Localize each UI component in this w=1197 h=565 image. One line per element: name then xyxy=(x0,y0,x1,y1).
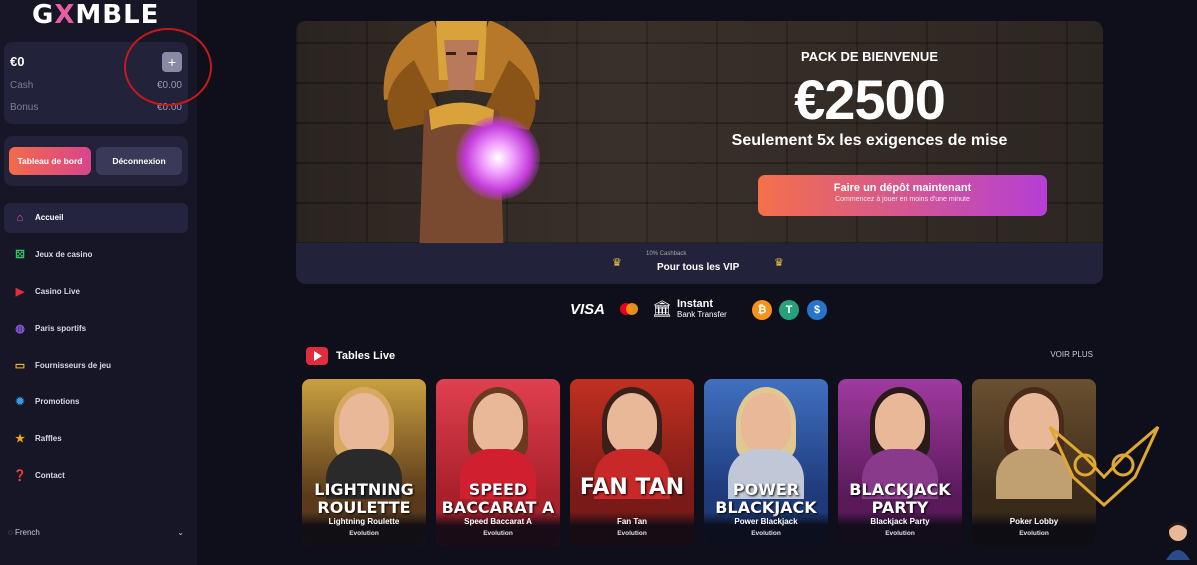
sidebar-nav: ⌂ Accueil ⚄ Jeux de casino ▶ Casino Live… xyxy=(4,203,188,498)
sidebar-item-home[interactable]: ⌂ Accueil xyxy=(4,203,188,233)
sidebar: GXMBLE €0 + Cash €0.00 Bonus €0.00 Table… xyxy=(0,0,212,565)
live-tables-header: Tables Live VOIR PLUS xyxy=(306,347,1093,367)
annotation-circle xyxy=(124,28,212,106)
live-table-card[interactable]: BLACKJACK PARTY Blackjack Party Evolution xyxy=(838,379,962,546)
language-label: French xyxy=(14,528,40,537)
sidebar-item-sports[interactable]: ◍ Paris sportifs xyxy=(4,314,188,344)
sidebar-item-label: Raffles xyxy=(35,434,62,444)
table-provider: Evolution xyxy=(1019,530,1049,537)
brand-logo[interactable]: GXMBLE xyxy=(32,0,159,30)
bonus-amount: €2500 xyxy=(794,68,946,131)
account-actions: Tableau de bord Déconnexion xyxy=(4,136,188,186)
sidebar-item-label: Jeux de casino xyxy=(35,249,93,259)
table-name: Fan Tan xyxy=(616,517,648,526)
sidebar-item-raffles[interactable]: ★ Raffles xyxy=(4,424,188,454)
table-name: Lightning Roulette xyxy=(328,517,400,526)
badge-icon: ✹ xyxy=(15,396,25,409)
magic-orb xyxy=(456,116,540,200)
crown-icon: ♛ xyxy=(774,257,784,269)
live-tables-carousel: LIGHTNING ROULETTE Lightning Roulette Evol… xyxy=(302,379,1102,546)
welcome-pack-title: PACK DE BIENVENUE xyxy=(800,49,938,64)
live-icon: ▶ xyxy=(15,285,25,298)
home-icon: ⌂ xyxy=(16,212,24,224)
logo-x: X xyxy=(54,0,76,30)
table-name: Poker Lobby xyxy=(1009,517,1059,526)
dice-icon: ⚄ xyxy=(15,248,25,261)
dealer-face xyxy=(741,393,791,453)
assistant-avatar[interactable] xyxy=(1163,520,1193,560)
live-table-card[interactable]: LIGHTNING ROULETTE Lightning Roulette Evol… xyxy=(302,379,426,546)
chevron-down-icon: ⌄ xyxy=(177,528,184,537)
dealer-face xyxy=(875,393,925,453)
payment-methods: VISA 🏛 Instant Bank Transfer ₿ T $ xyxy=(570,297,830,323)
language-selector[interactable]: ◌ French ⌄ xyxy=(8,528,184,537)
logo-text: MBLE xyxy=(75,0,160,30)
live-table-card[interactable]: SPEED BACCARAT A Speed Baccarat A Evolutio… xyxy=(436,379,560,546)
see-more-link[interactable]: VOIR PLUS xyxy=(1050,350,1093,359)
mastercard-icon xyxy=(620,303,638,315)
sidebar-item-live-casino[interactable]: ▶ Casino Live xyxy=(4,277,188,307)
wagering-info: Seulement 5x les exigences de mise xyxy=(731,132,1008,149)
welcome-banner[interactable]: PACK DE BIENVENUE €2500 Seulement 5x les… xyxy=(296,21,1103,284)
live-table-card[interactable]: FAN TAN Fan Tan Evolution xyxy=(570,379,694,546)
sidebar-item-label: Fournisseurs de jeu xyxy=(35,360,112,370)
bitcoin-icon: ₿ xyxy=(752,300,772,320)
bank-transfer-label: Bank Transfer xyxy=(677,310,727,319)
dealer-face xyxy=(339,393,389,453)
sidebar-item-casino-games[interactable]: ⚄ Jeux de casino xyxy=(4,240,188,270)
help-icon: ❓ xyxy=(13,470,27,483)
deposit-button-sublabel: Commencez à jouer en moins d'une minute xyxy=(835,196,970,203)
sidebar-item-providers[interactable]: ▭ Fournisseurs de jeu xyxy=(4,351,188,381)
sidebar-item-contact[interactable]: ❓ Contact xyxy=(4,461,188,491)
sidebar-item-label: Promotions xyxy=(35,397,80,407)
table-name: Power Blackjack xyxy=(734,517,798,526)
dealer-face xyxy=(607,393,657,453)
bonus-label: Bonus xyxy=(10,102,39,113)
table-name: Blackjack Party xyxy=(870,517,930,526)
table-provider: Evolution xyxy=(483,530,513,537)
crown-icon: ♛ xyxy=(612,257,622,269)
table-name: Speed Baccarat A xyxy=(464,517,532,526)
cash-label: Cash xyxy=(10,80,34,91)
table-provider: Evolution xyxy=(751,530,781,537)
game-logo: FAN TAN xyxy=(579,475,685,500)
sidebar-item-label: Contact xyxy=(35,471,65,481)
cashback-label: 10% Cashback xyxy=(646,251,687,257)
owl-watermark-icon xyxy=(1048,425,1160,508)
vip-bar: ♛ 10% Cashback Pour tous les VIP ♛ xyxy=(296,243,1103,284)
wallet-balance: €0 xyxy=(10,54,25,69)
section-title: Tables Live xyxy=(336,350,396,362)
deposit-button-label: Faire un dépôt maintenant xyxy=(833,182,972,194)
live-table-card[interactable]: POWER BLACKJACK Power Blackjack Evolution xyxy=(704,379,828,546)
usdc-icon: $ xyxy=(807,300,827,320)
logo-letter: G xyxy=(32,0,55,30)
table-provider: Evolution xyxy=(349,530,379,537)
vip-label: Pour tous les VIP xyxy=(657,262,740,273)
sidebar-item-promotions[interactable]: ✹ Promotions xyxy=(4,387,188,417)
live-icon xyxy=(306,347,328,365)
dashboard-button[interactable]: Tableau de bord xyxy=(9,147,91,175)
sidebar-item-label: Casino Live xyxy=(35,286,80,296)
star-icon: ★ xyxy=(15,433,25,446)
dealer-face xyxy=(473,393,523,453)
sidebar-item-label: Paris sportifs xyxy=(35,323,87,333)
table-provider: Evolution xyxy=(885,530,915,537)
basketball-icon: ◍ xyxy=(15,322,25,335)
table-provider: Evolution xyxy=(617,530,647,537)
globe-icon: ◌ xyxy=(8,528,15,537)
tether-icon: T xyxy=(779,300,799,320)
gamepad-icon: ▭ xyxy=(14,359,26,372)
visa-logo: VISA xyxy=(570,301,606,318)
logout-button[interactable]: Déconnexion xyxy=(96,147,182,175)
instant-label: Instant xyxy=(677,298,714,310)
sidebar-item-label: Accueil xyxy=(35,213,64,222)
bank-icon: 🏛 xyxy=(652,301,673,318)
deposit-now-button[interactable]: Faire un dépôt maintenant Commencez à jo… xyxy=(758,175,1047,216)
